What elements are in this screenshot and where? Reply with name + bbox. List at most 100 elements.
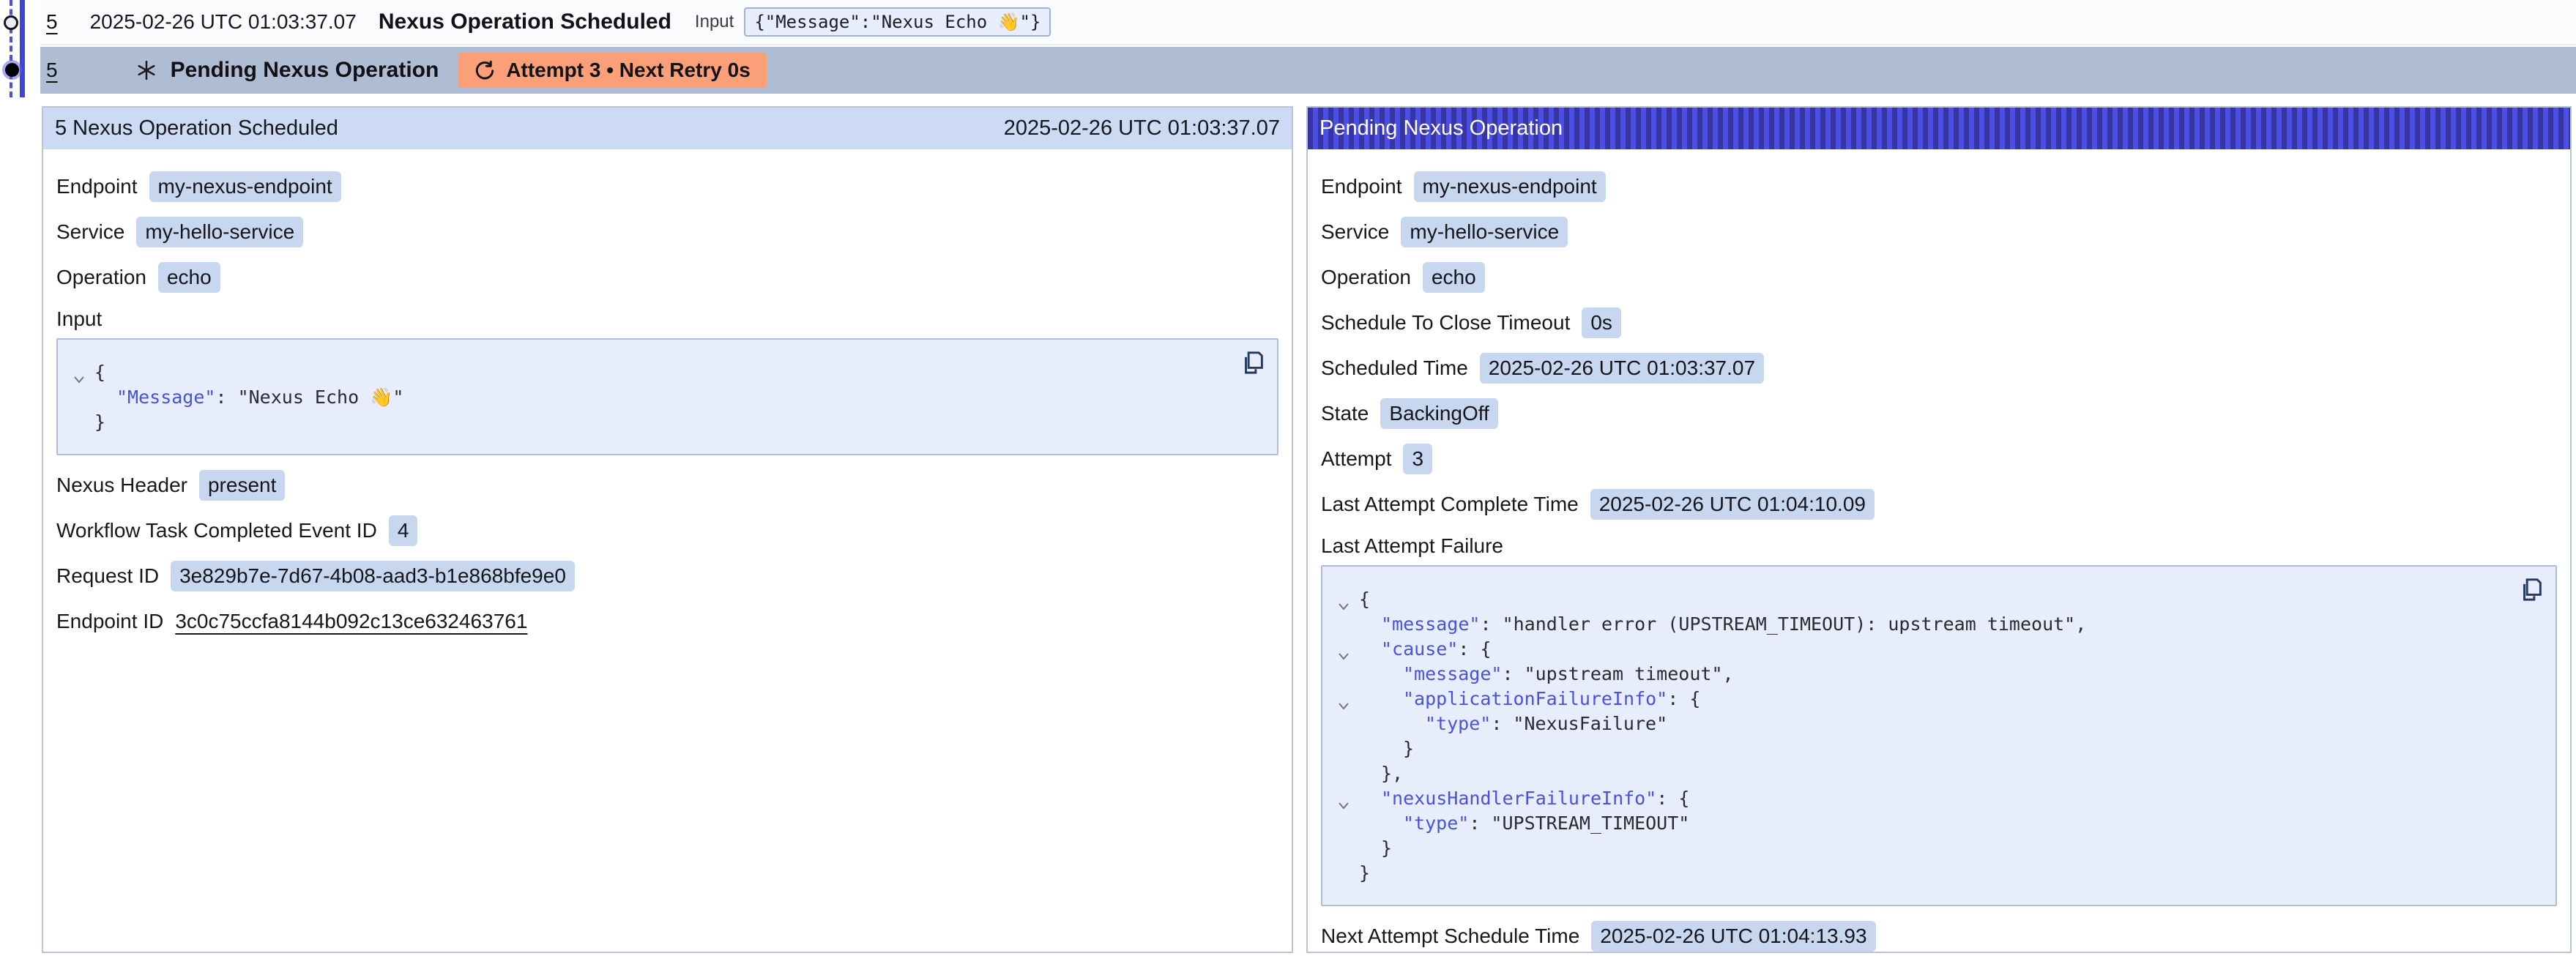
json-key: "cause"	[1381, 638, 1458, 660]
collapse-chevron-icon[interactable]	[1337, 693, 1350, 703]
code-line: "applicationFailureInfo": {	[1337, 687, 2504, 712]
field-label: Operation	[1321, 266, 1411, 289]
field-label: Last Attempt Complete Time	[1321, 493, 1579, 516]
timeline-active-bar	[20, 0, 25, 97]
json-value: {	[94, 362, 105, 383]
field-row: Endpoint ID 3c0c75ccfa8144b092c13ce632463…	[56, 605, 1278, 638]
json-value: : "NexusFailure"	[1491, 713, 1667, 734]
copy-button[interactable]	[1237, 348, 1267, 381]
collapse-chevron-icon[interactable]	[1337, 594, 1350, 604]
field-value-link[interactable]: 3c0c75ccfa8144b092c13ce632463761	[175, 610, 527, 633]
field-label: Workflow Task Completed Event ID	[56, 519, 377, 542]
pending-event-title: Pending Nexus Operation	[171, 58, 439, 83]
event-row-nexus-operation-scheduled[interactable]: 5 2025-02-26 UTC 01:03:37.07 Nexus Opera…	[40, 0, 2576, 45]
field-label: Service	[1321, 220, 1389, 244]
field-row: Endpoint my-nexus-endpoint	[1321, 170, 2557, 203]
field-label: Next Attempt Schedule Time	[1321, 925, 1579, 948]
field-value-badge: my-nexus-endpoint	[149, 171, 341, 202]
field-label: Nexus Header	[56, 474, 187, 497]
event-marker-circle-icon	[4, 15, 18, 30]
field-value-badge: 2025-02-26 UTC 01:03:37.07	[1480, 353, 1764, 384]
json-key: "Message"	[116, 386, 215, 408]
field-label: Service	[56, 220, 124, 244]
json-key: "type"	[1403, 813, 1469, 834]
json-value: : {	[1458, 638, 1491, 660]
collapse-chevron-icon[interactable]	[72, 367, 86, 377]
code-line: {	[72, 360, 1226, 385]
field-row: Nexus Headerpresent	[56, 468, 1278, 502]
event-timestamp: 2025-02-26 UTC 01:03:37.07	[90, 10, 357, 34]
field-row: Operation echo	[56, 261, 1278, 294]
field-label: Scheduled Time	[1321, 356, 1468, 380]
code-line: {	[1337, 587, 2504, 612]
scheduled-panel-timestamp: 2025-02-26 UTC 01:03:37.07	[1004, 116, 1280, 141]
copy-button[interactable]	[2516, 575, 2545, 608]
json-key: "message"	[1381, 613, 1480, 635]
json-value: }	[1381, 837, 1392, 859]
field-label: Endpoint	[1321, 175, 1402, 198]
field-value-badge: 3e829b7e-7d67-4b08-aad3-b1e868bfe9e0	[171, 561, 575, 591]
section-label: Input	[56, 307, 1278, 331]
json-value: },	[1381, 763, 1403, 784]
field-value-badge: 2025-02-26 UTC 01:04:10.09	[1590, 489, 1875, 520]
code-line: "cause": {	[1337, 637, 2504, 662]
json-key: "type"	[1425, 713, 1491, 734]
field-row: Servicemy-hello-service	[56, 215, 1278, 249]
field-label: Request ID	[56, 564, 159, 588]
code-line: "message": "upstream timeout",	[1337, 662, 2504, 687]
collapse-chevron-icon[interactable]	[1337, 793, 1350, 803]
temporal-event-details-screen: 5 2025-02-26 UTC 01:03:37.07 Nexus Opera…	[0, 0, 2576, 956]
field-label: Endpoint ID	[56, 610, 163, 633]
json-value: : "handler error (UPSTREAM_TIMEOUT): ups…	[1480, 613, 2086, 635]
code-line: }	[72, 410, 1226, 435]
event-input-value-badge: {"Message":"Nexus Echo 👋"}	[744, 7, 1051, 37]
field-row: Endpoint my-nexus-endpoint	[56, 170, 1278, 203]
code-line: },	[1337, 761, 2504, 786]
scheduled-panel-header: 5 Nexus Operation Scheduled 2025-02-26 U…	[43, 108, 1292, 149]
section-label: Last Attempt Failure	[1321, 534, 2557, 558]
code-line: "type": "NexusFailure"	[1337, 712, 2504, 736]
collapse-chevron-icon[interactable]	[1337, 643, 1350, 654]
last-attempt-failure-json-block: { "message": "handler error (UPSTREAM_TIM…	[1321, 565, 2557, 906]
pending-panel-header: Pending Nexus Operation	[1308, 108, 2570, 149]
field-value-badge: 2025-02-26 UTC 01:04:13.93	[1591, 921, 1875, 952]
field-row: Request ID 3e829b7e-7d67-4b08-aad3-b1e868…	[56, 559, 1278, 593]
json-value: }	[94, 411, 105, 433]
field-label: State	[1321, 402, 1369, 425]
field-label: Endpoint	[56, 175, 138, 198]
code-line: "Message": "Nexus Echo 👋"	[72, 385, 1226, 410]
copy-icon	[2518, 577, 2543, 605]
field-row: Schedule To Close Timeout 0s	[1321, 306, 2557, 340]
retry-icon	[474, 59, 496, 81]
field-label: Operation	[56, 266, 146, 289]
scheduled-event-panel: 5 Nexus Operation Scheduled 2025-02-26 U…	[42, 106, 1293, 953]
code-line: }	[1337, 836, 2504, 861]
field-value-badge: 0s	[1582, 307, 1621, 338]
scheduled-panel-body: Endpoint my-nexus-endpoint Servicemy-hello…	[43, 149, 1292, 952]
input-json-block: {"Message": "Nexus Echo 👋"}	[56, 338, 1278, 455]
event-marker-selected-icon	[5, 63, 19, 77]
field-value-badge: my-nexus-endpoint	[1414, 171, 1606, 202]
field-label: Schedule To Close Timeout	[1321, 311, 1570, 335]
json-value: : "upstream timeout",	[1502, 663, 1733, 684]
event-id-link[interactable]: 5	[46, 10, 58, 34]
retry-status-badge: Attempt 3 • Next Retry 0s	[458, 53, 766, 88]
event-row-pending-nexus-operation[interactable]: 5 Pending Nexus Operation Attempt 3 • Ne…	[40, 47, 2576, 94]
event-id-link[interactable]: 5	[46, 59, 58, 82]
field-row: StateBackingOff	[1321, 397, 2557, 430]
pending-panel-title: Pending Nexus Operation	[1319, 116, 1563, 141]
field-value-badge: echo	[158, 262, 220, 293]
json-value: {	[1359, 589, 1370, 610]
field-value-badge: my-hello-service	[1401, 217, 1568, 247]
field-row: Service my-hello-service	[1321, 215, 2557, 249]
event-detail-panels: 5 Nexus Operation Scheduled 2025-02-26 U…	[42, 106, 2572, 953]
field-row: Last Attempt Complete Time 2025-02-26 UTC…	[1321, 488, 2557, 521]
code-line: "type": "UPSTREAM_TIMEOUT"	[1337, 811, 2504, 836]
json-value: : "Nexus Echo 👋"	[215, 386, 403, 408]
event-title: Nexus Operation Scheduled	[379, 10, 671, 34]
field-value-badge: 3	[1403, 444, 1432, 474]
json-value: : "UPSTREAM_TIMEOUT"	[1469, 813, 1689, 834]
json-key: "nexusHandlerFailureInfo"	[1381, 788, 1656, 809]
timeline-connector-dashed	[10, 0, 12, 97]
code-line: }	[1337, 861, 2504, 886]
